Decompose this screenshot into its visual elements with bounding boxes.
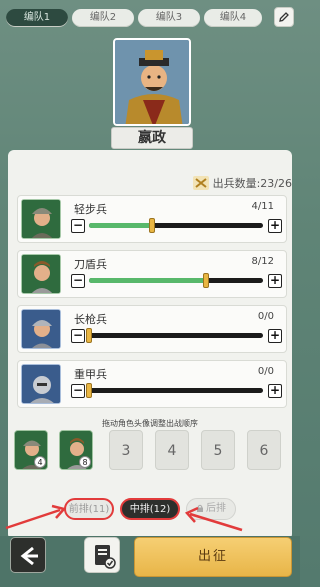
unit-avatar[interactable] xyxy=(21,199,61,239)
slot-badge: 4 xyxy=(34,456,46,468)
slider-fill xyxy=(89,278,206,283)
plus-button[interactable]: + xyxy=(268,384,282,398)
arrow-annotation-left xyxy=(5,504,67,530)
edit-icon[interactable] xyxy=(274,7,294,27)
unit-slider[interactable] xyxy=(89,218,263,233)
report-button[interactable] xyxy=(84,537,120,573)
tab-team-4[interactable]: 编队4 xyxy=(204,9,262,27)
unit-name: 长枪兵 xyxy=(74,313,107,326)
order-slot-6[interactable]: 6 xyxy=(247,430,281,470)
middle-row-button[interactable]: 中排(12) xyxy=(120,498,180,520)
back-arrow-icon xyxy=(20,546,38,566)
unit-slider[interactable] xyxy=(86,383,263,398)
front-row-button[interactable]: 前排(11) xyxy=(64,498,114,520)
unit-row-heavy-armor: 重甲兵 0/0 − + xyxy=(17,360,287,408)
order-hint: 拖动角色头像调整出战顺序 xyxy=(102,419,198,428)
unit-row-spearman: 长枪兵 0/0 − + xyxy=(17,305,287,353)
order-slot-4[interactable]: 4 xyxy=(155,430,189,470)
hero-name: 嬴政 xyxy=(111,127,193,149)
plus-button[interactable]: + xyxy=(268,274,282,288)
slot-badge: 8 xyxy=(79,456,91,468)
march-button[interactable]: 出征 xyxy=(134,537,292,577)
troop-count: 出兵数量:23/26 xyxy=(192,174,292,192)
order-slot-5[interactable]: 5 xyxy=(201,430,235,470)
minus-button[interactable]: − xyxy=(71,384,85,398)
minus-button[interactable]: − xyxy=(71,329,85,343)
back-button[interactable] xyxy=(10,537,46,573)
arrow-annotation-right xyxy=(184,506,243,532)
tab-team-3[interactable]: 编队3 xyxy=(138,9,200,27)
tab-team-2[interactable]: 编队2 xyxy=(72,9,134,27)
unit-slider[interactable] xyxy=(89,273,263,288)
order-slot-2[interactable]: 8 xyxy=(59,430,93,470)
plus-button[interactable]: + xyxy=(268,219,282,233)
minus-button[interactable]: − xyxy=(71,274,85,288)
slider-thumb[interactable] xyxy=(86,328,92,343)
slider-thumb[interactable] xyxy=(148,218,155,233)
unit-name: 刀盾兵 xyxy=(74,258,107,271)
hero-portrait[interactable] xyxy=(113,38,191,126)
unit-row-shield-soldier: 刀盾兵 8/12 − + xyxy=(17,250,287,298)
unit-count: 4/11 xyxy=(251,201,274,212)
minus-button[interactable]: − xyxy=(71,219,85,233)
slider-fill xyxy=(89,223,152,228)
unit-count: 0/0 xyxy=(257,311,274,322)
slider-thumb[interactable] xyxy=(86,383,92,398)
order-slot-3[interactable]: 3 xyxy=(109,430,143,470)
unit-count: 0/0 xyxy=(257,366,274,377)
unit-avatar[interactable] xyxy=(21,309,61,349)
tab-team-1[interactable]: 编队1 xyxy=(6,9,68,27)
unit-avatar[interactable] xyxy=(21,364,61,404)
unit-slider[interactable] xyxy=(86,328,263,343)
troop-count-label: 出兵数量:23/26 xyxy=(212,177,292,190)
unit-name: 轻步兵 xyxy=(74,203,107,216)
team-tabs: 编队1 编队2 编队3 编队4 xyxy=(6,6,294,28)
slider-thumb[interactable] xyxy=(202,273,209,288)
unit-name: 重甲兵 xyxy=(74,368,107,381)
order-slot-1[interactable]: 4 xyxy=(14,430,48,470)
unit-row-light-infantry: 轻步兵 4/11 − + xyxy=(17,195,287,243)
document-check-icon xyxy=(95,545,116,569)
crossed-swords-icon xyxy=(192,176,209,190)
plus-button[interactable]: + xyxy=(268,329,282,343)
unit-avatar[interactable] xyxy=(21,254,61,294)
unit-count: 8/12 xyxy=(251,256,274,267)
